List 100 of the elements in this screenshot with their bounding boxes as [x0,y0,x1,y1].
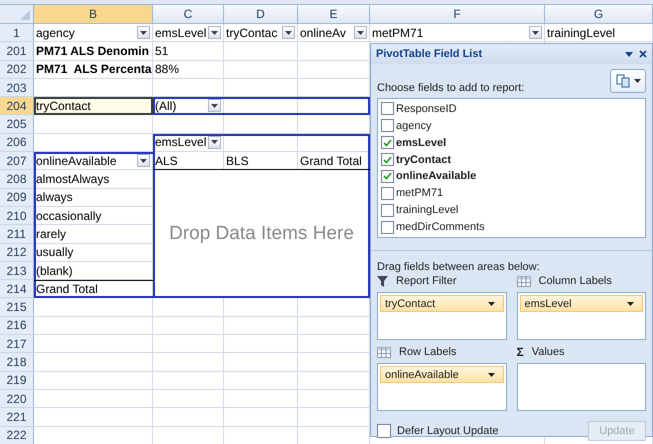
caret-icon [488,302,494,306]
caret-icon [532,30,539,35]
row-header[interactable]: 206 [0,134,34,152]
table-cell: tryContac [224,24,298,42]
row-header[interactable]: 204 [0,97,34,116]
dropdown-button[interactable] [137,26,150,40]
caret-icon [357,30,364,35]
table-cell: (blank) [34,262,153,280]
column-header[interactable]: C [153,5,224,24]
table-cell: trainingLevel [545,24,653,42]
row-header[interactable]: 207 [0,152,34,170]
defer-layout-checkbox[interactable]: Defer Layout Update [377,424,499,438]
table-cell: always [34,188,153,207]
field-checkbox[interactable]: trainingLevel [381,203,642,218]
dropdown-arrow-icon[interactable] [625,52,633,56]
table-cell: occasionally [34,206,153,226]
table-cell: ALS [153,152,224,170]
row-header[interactable]: 222 [0,426,34,444]
area-field-button[interactable]: emsLevel [520,295,643,312]
empty-cell [153,372,224,390]
column-header[interactable]: G [545,5,653,24]
caret-icon [627,302,634,306]
empty-cell [153,390,224,408]
column-header[interactable]: F [370,5,545,24]
table-cell: rarely [34,225,153,244]
field-checkbox[interactable]: metPM71 [381,186,642,200]
row-header[interactable]: 211 [0,225,34,244]
field-checkbox[interactable]: tryContact [381,152,642,166]
empty-cell [153,298,224,317]
table-cell: agency [34,24,153,42]
filter-icon [377,276,388,286]
field-checkbox[interactable]: emsLevel [381,136,642,150]
table-cell: onlineAv [298,24,370,42]
dropdown-button[interactable] [529,26,542,40]
row-header[interactable]: 203 [0,78,34,98]
table-cell: usually [34,244,153,262]
field-checkbox[interactable]: onlineAvailable [381,170,642,184]
dropdown-button[interactable] [208,99,221,112]
caret-icon [140,30,147,35]
table-grid-icon [377,346,391,358]
sigma-icon: Σ [516,345,524,359]
row-header[interactable]: 216 [0,316,34,336]
table-cell: BLS [224,152,298,170]
column-header[interactable]: D [224,5,298,24]
dropdown-button[interactable] [282,26,295,40]
caret-icon [488,372,494,376]
row-header[interactable]: 209 [0,188,34,207]
empty-cell [153,316,224,336]
table-grid-icon [516,276,530,286]
caret-icon [211,104,218,108]
row-header[interactable]: 218 [0,353,34,372]
caret-icon [211,140,218,144]
documents-icon [616,74,630,88]
area-title: Values [532,346,565,358]
row-header[interactable]: 214 [0,280,34,298]
area-title: Row Labels [399,346,456,358]
area-title: Report Filter [396,275,457,287]
row-header[interactable]: 210 [0,206,34,226]
dropdown-button[interactable] [208,26,222,40]
row-header[interactable]: 221 [0,408,34,427]
row-header[interactable]: 219 [0,372,34,390]
drag-fields-label: Drag fields between areas below: [377,261,541,273]
table-cell: emsLevel [153,24,224,42]
empty-cell [153,115,224,134]
layout-button[interactable] [610,69,646,93]
area-field-button[interactable]: tryContact [380,295,504,312]
empty-cell [153,408,224,427]
row-header[interactable]: 213 [0,262,34,280]
row-header[interactable]: 215 [0,298,34,317]
choose-fields-label: Choose fields to add to report: [377,82,524,94]
empty-cell [153,78,224,98]
column-header[interactable]: E [298,5,370,24]
field-checkbox[interactable]: ResponseID [381,102,642,116]
row-header[interactable]: 220 [0,390,34,408]
dropdown-button[interactable] [137,154,150,168]
row-header[interactable]: 1 [0,24,34,42]
drop-zone-hint: Drop Data Items Here [169,223,354,246]
triangle-icon [20,10,30,20]
area-field-button[interactable]: onlineAvailable [380,366,504,383]
row-header[interactable]: 208 [0,170,34,189]
dropdown-button[interactable] [354,26,367,40]
area-title: Column Labels [538,275,612,287]
row-header[interactable]: 217 [0,335,34,354]
field-checkbox[interactable]: agency [381,118,642,133]
close-icon[interactable] [639,50,647,58]
column-header[interactable]: B [34,5,153,24]
table-cell: PM71 ALS Denomin [34,42,153,61]
table-cell: metPM71 [370,24,545,42]
field-checkbox[interactable]: medDirComments [381,220,642,234]
table-cell: 51 [153,42,224,61]
table-cell: almostAlways [34,170,153,189]
row-header[interactable]: 212 [0,244,34,262]
dropdown-button[interactable] [208,136,222,149]
row-header[interactable]: 201 [0,42,34,61]
row-header[interactable]: 205 [0,115,34,134]
row-header[interactable]: 202 [0,60,34,79]
empty-cell [153,335,224,354]
caret-icon [285,30,292,35]
table-cell: PM71 ALS Percenta [34,60,153,79]
caret-icon [211,30,218,35]
